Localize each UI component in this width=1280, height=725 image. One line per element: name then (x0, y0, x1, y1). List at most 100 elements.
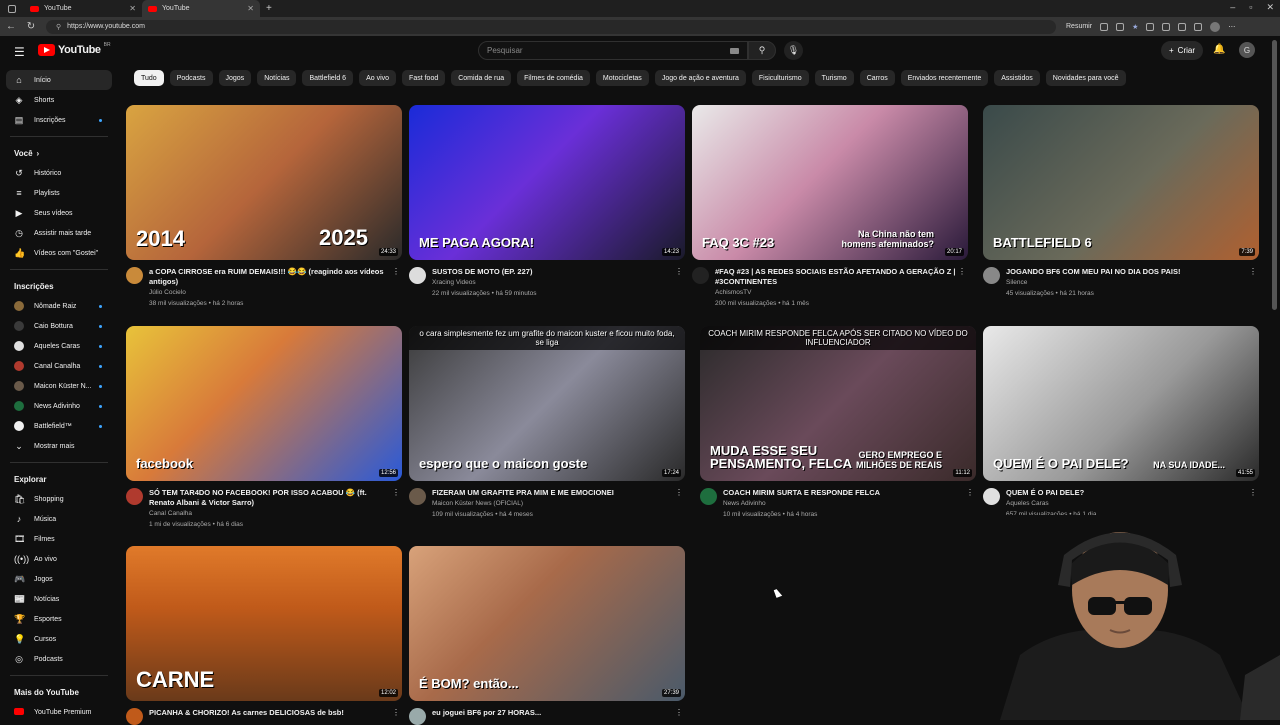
video-card[interactable]: É BOM? então... 27:39 eu joguei BF6 por … (409, 546, 685, 725)
sidebar-item-youtube-premium[interactable]: YouTube Premium (6, 702, 112, 722)
sidebar-subscription-item[interactable]: Battlefield™ (6, 416, 112, 436)
video-card[interactable]: CARNE 12:02 PICANHA & CHORIZO! As carnes… (126, 546, 402, 725)
bookmark-star-icon[interactable]: ★ (1132, 23, 1138, 31)
youtube-logo[interactable]: YouTube BR (38, 42, 111, 56)
channel-avatar[interactable] (126, 708, 143, 725)
minimize-icon[interactable]: – (1230, 2, 1235, 13)
channel-avatar[interactable] (692, 267, 709, 284)
video-title[interactable]: FIZERAM UM GRAFITE PRA MIM E ME EMOCIONE… (432, 488, 673, 498)
filter-chip[interactable]: Carros (859, 70, 895, 86)
sidebar-item-liked[interactable]: 👍 Vídeos com "Gostei" (6, 243, 112, 263)
video-thumbnail[interactable]: COACH MIRIM RESPONDE FELCA APÓS SER CITA… (700, 326, 976, 481)
sidebar-subscription-item[interactable]: Nômade Raiz (6, 296, 112, 316)
video-title[interactable]: SÓ TEM TAR4DO NO FACEBOOK! POR ISSO ACAB… (149, 488, 390, 508)
resume-label[interactable]: Resumir (1066, 23, 1092, 30)
sidebar-item-history[interactable]: ↺ Histórico (6, 163, 112, 183)
channel-avatar[interactable] (126, 267, 143, 284)
notifications-bell-icon[interactable]: 🔔 (1213, 44, 1225, 55)
filter-chip[interactable]: Fisiculturismo (751, 70, 809, 86)
channel-avatar[interactable] (409, 488, 426, 505)
more-options-icon[interactable]: ⋮ (675, 488, 683, 497)
profile-icon[interactable] (1210, 21, 1221, 32)
sidebar-subscription-item[interactable]: Aqueles Caras (6, 336, 112, 356)
channel-avatar[interactable] (409, 708, 426, 725)
more-options-icon[interactable]: ⋮ (392, 488, 400, 497)
search-button[interactable]: ⚲ (748, 41, 776, 60)
video-thumbnail[interactable]: 2014 2025 24:33 (126, 105, 402, 260)
channel-name[interactable]: Canal Canalha (149, 508, 390, 519)
video-thumbnail[interactable]: FAQ 3C #23 Na China não tem homens afemin… (692, 105, 968, 260)
menu-icon[interactable]: ⋯ (1228, 23, 1235, 31)
sidebar-item-music[interactable]: ♪ Música (6, 509, 112, 529)
channel-avatar[interactable] (700, 488, 717, 505)
sidebar-item-movies[interactable]: 🎞 Filmes (6, 529, 112, 549)
extension-icon[interactable] (1194, 22, 1203, 31)
filter-chip[interactable]: Tudo (134, 70, 164, 86)
filter-chip[interactable]: Novidades para você (1045, 70, 1126, 86)
keyboard-icon[interactable] (730, 47, 739, 54)
extension-icon[interactable] (1162, 22, 1171, 31)
filter-chip[interactable]: Turismo (814, 70, 854, 86)
hamburger-menu-icon[interactable]: ☰ (14, 45, 25, 59)
extension-icon[interactable] (1178, 22, 1187, 31)
sidebar-item-shorts[interactable]: ◈ Shorts (6, 90, 112, 110)
extension-icon[interactable] (1100, 22, 1109, 31)
reload-icon[interactable]: ↻ (26, 21, 36, 32)
video-title[interactable]: JOGANDO BF6 COM MEU PAI NO DIA DOS PAIS! (1006, 267, 1247, 277)
channel-name[interactable]: Xracing Videos (432, 277, 673, 288)
filter-chip[interactable]: Notícias (257, 70, 297, 86)
video-card[interactable]: facebook 12:56 SÓ TEM TAR4DO NO FACEBOOK… (126, 326, 402, 530)
search-input[interactable]: Pesquisar (478, 41, 748, 60)
channel-name[interactable]: Júlio Cocielo (149, 287, 390, 298)
sidebar-subscription-item[interactable]: Maicon Küster N... (6, 376, 112, 396)
sidebar-section-you[interactable]: Você › (6, 143, 112, 163)
channel-name[interactable]: Maicon Küster News (OFICIAL) (432, 498, 673, 509)
video-title[interactable]: SUSTOS DE MOTO (EP. 227) (432, 267, 673, 277)
show-more-button[interactable]: ⌄ Mostrar mais (6, 436, 112, 456)
filter-chip[interactable]: Jogo de ação e aventura (654, 70, 746, 86)
extension-icon[interactable] (1146, 22, 1155, 31)
video-card[interactable]: FAQ 3C #23 Na China não tem homens afemin… (692, 105, 968, 309)
filter-chip[interactable]: Battlefield 6 (302, 70, 354, 86)
video-title[interactable]: QUEM É O PAI DELE? (1006, 488, 1247, 498)
filter-chip[interactable]: Jogos (218, 70, 252, 86)
more-options-icon[interactable]: ⋮ (675, 708, 683, 717)
filter-chip[interactable]: Podcasts (169, 70, 213, 86)
close-tab-icon[interactable]: ✕ (129, 4, 136, 13)
site-info-icon[interactable]: ⚲ (56, 23, 61, 31)
video-thumbnail[interactable]: BATTLEFIELD 6 7:39 (983, 105, 1259, 260)
video-thumbnail[interactable]: QUEM É O PAI DELE? NA SUA IDADE... 41:55 (983, 326, 1259, 481)
video-card[interactable]: COACH MIRIM RESPONDE FELCA APÓS SER CITA… (700, 326, 976, 520)
video-card[interactable]: QUEM É O PAI DELE? NA SUA IDADE... 41:55 … (983, 326, 1259, 520)
video-thumbnail[interactable]: CARNE 12:02 (126, 546, 402, 701)
more-options-icon[interactable]: ⋮ (1249, 267, 1257, 276)
video-card[interactable]: BATTLEFIELD 6 7:39 JOGANDO BF6 COM MEU P… (983, 105, 1259, 299)
account-avatar[interactable]: G (1239, 42, 1255, 58)
filter-chip[interactable]: Enviados recentemente (900, 70, 989, 86)
more-options-icon[interactable]: ⋮ (966, 488, 974, 497)
sidebar-item-sports[interactable]: 🏆 Esportes (6, 609, 112, 629)
channel-name[interactable]: AchismosTV (715, 287, 956, 298)
video-thumbnail[interactable]: o cara simplesmente fez um grafite do ma… (409, 326, 685, 481)
channel-avatar[interactable] (983, 267, 1000, 284)
video-card[interactable]: 2014 2025 24:33 a COPA CIRROSE era RUIM D… (126, 105, 402, 309)
channel-name[interactable]: Silence (1006, 277, 1247, 288)
channel-name[interactable]: Aqueles Caras (1006, 498, 1247, 509)
sidebar-subscription-item[interactable]: News Adivinho (6, 396, 112, 416)
url-field[interactable]: ⚲ https://www.youtube.com (46, 19, 1056, 34)
video-card[interactable]: ME PAGA AGORA! 14:23 SUSTOS DE MOTO (EP.… (409, 105, 685, 299)
filter-chip[interactable]: Fast food (402, 70, 446, 86)
sidebar-item-gaming[interactable]: 🎮 Jogos (6, 569, 112, 589)
more-options-icon[interactable]: ⋮ (392, 267, 400, 276)
back-icon[interactable]: ← (6, 21, 16, 32)
video-title[interactable]: #FAQ #23 | AS REDES SOCIAIS ESTÃO AFETAN… (715, 267, 956, 287)
sidebar-item-playlists[interactable]: ≡ Playlists (6, 183, 112, 203)
close-tab-icon[interactable]: ✕ (247, 4, 254, 13)
maximize-icon[interactable]: ▫ (1249, 2, 1252, 13)
more-options-icon[interactable]: ⋮ (1249, 488, 1257, 497)
sidebar-item-your-videos[interactable]: ▶ Seus vídeos (6, 203, 112, 223)
video-title[interactable]: PICANHA & CHORIZO! As carnes DELICIOSAS … (149, 708, 390, 718)
more-options-icon[interactable]: ⋮ (392, 708, 400, 717)
sidebar-item-shopping[interactable]: 🛍 Shopping (6, 489, 112, 509)
extension-icon[interactable] (1116, 22, 1125, 31)
